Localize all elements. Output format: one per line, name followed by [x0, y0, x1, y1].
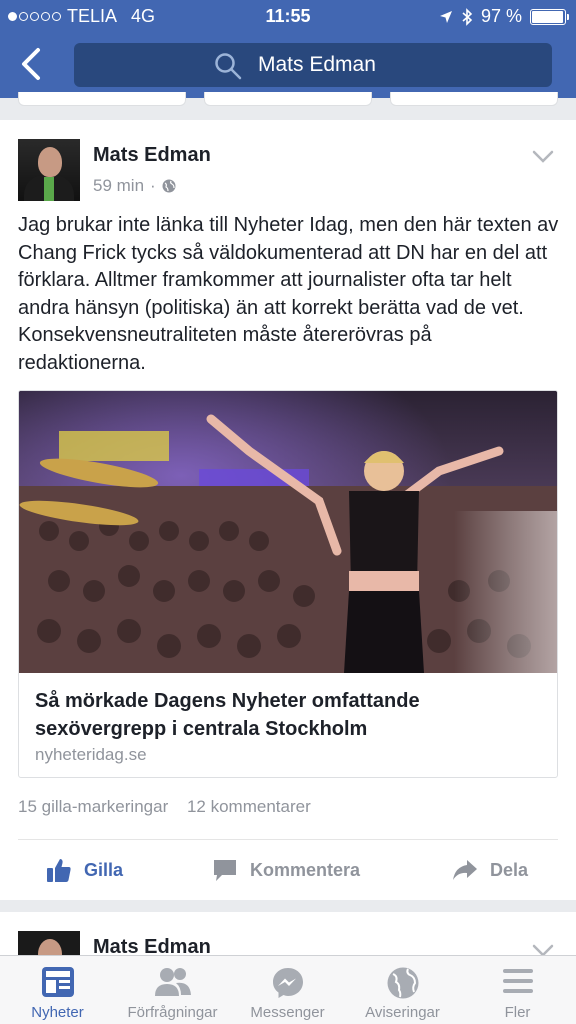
divider	[18, 839, 558, 840]
comment-button[interactable]: Kommentera	[212, 850, 360, 890]
status-right: 97 %	[439, 6, 569, 27]
link-title[interactable]: Så mörkade Dagens Nyheter omfattande sex…	[35, 687, 545, 743]
filter-chip[interactable]	[18, 92, 186, 106]
post-actions: Gilla Kommentera Dela	[0, 850, 576, 890]
bottom-tab-bar: Nyheter Förfrågningar Messenger Aviserin…	[0, 955, 576, 1024]
like-button[interactable]: Gilla	[46, 850, 123, 890]
tab-label: Nyheter	[31, 1004, 84, 1021]
search-input[interactable]: Mats Edman	[74, 43, 552, 87]
filter-chip[interactable]	[204, 92, 372, 106]
post-time[interactable]: 59 min	[93, 176, 144, 196]
location-arrow-icon	[439, 10, 452, 23]
likes-count[interactable]: 15 gilla-markeringar	[18, 797, 168, 816]
status-bar: TELIA 4G 11:55 97 %	[0, 0, 576, 32]
share-button[interactable]: Dela	[452, 850, 528, 890]
post-text: Jag brukar inte länka till Nyheter Idag,…	[18, 214, 559, 374]
top-navigation-bar: TELIA 4G 11:55 97 % Mats Edman	[0, 0, 576, 98]
battery-icon	[530, 8, 569, 25]
link-preview-image	[19, 391, 557, 673]
avatar[interactable]	[18, 139, 80, 201]
post-card: Mats Edman 59 min · Jag brukar inte länk…	[0, 120, 576, 900]
search-icon	[215, 53, 242, 80]
globe-icon	[162, 179, 176, 193]
filter-chips	[0, 92, 576, 108]
tab-label: Förfrågningar	[127, 1004, 218, 1021]
link-preview[interactable]: Så mörkade Dagens Nyheter omfattande sex…	[18, 390, 558, 778]
tab-notifications[interactable]: Aviseringar	[345, 956, 460, 1024]
comment-label: Kommentera	[250, 859, 361, 880]
friend-requests-icon	[154, 968, 191, 996]
meta-separator: ·	[150, 176, 156, 195]
thumbs-up-icon	[47, 859, 71, 882]
post-author[interactable]: Mats Edman	[93, 144, 211, 167]
search-query: Mats Edman	[258, 53, 376, 76]
share-label: Dela	[490, 859, 529, 880]
news-feed-icon	[41, 967, 74, 997]
tab-more[interactable]: Fler	[460, 956, 575, 1024]
back-button[interactable]	[18, 46, 50, 86]
tab-news-feed[interactable]: Nyheter	[0, 956, 115, 1024]
tab-label: Fler	[504, 1004, 531, 1021]
messenger-icon	[272, 968, 303, 998]
like-label: Gilla	[84, 859, 124, 880]
share-arrow-icon	[453, 860, 477, 880]
chevron-left-icon	[22, 48, 40, 80]
tab-friend-requests[interactable]: Förfrågningar	[115, 956, 230, 1024]
chevron-down-icon[interactable]	[532, 150, 554, 164]
comment-icon	[214, 860, 236, 881]
menu-icon	[502, 969, 533, 993]
comments-count[interactable]: 12 kommentarer	[187, 797, 311, 816]
bluetooth-icon	[462, 7, 473, 26]
globe-icon	[387, 967, 418, 999]
reaction-counts: 15 gilla-markeringar 12 kommentarer	[18, 797, 325, 817]
link-domain: nyheteridag.se	[35, 745, 147, 764]
battery-percent: 97 %	[480, 6, 522, 26]
tab-messenger[interactable]: Messenger	[230, 956, 345, 1024]
tab-label: Messenger	[250, 1004, 325, 1021]
tab-label: Aviseringar	[365, 1004, 440, 1021]
filter-chip[interactable]	[390, 92, 558, 106]
post-meta: 59 min ·	[93, 176, 176, 196]
